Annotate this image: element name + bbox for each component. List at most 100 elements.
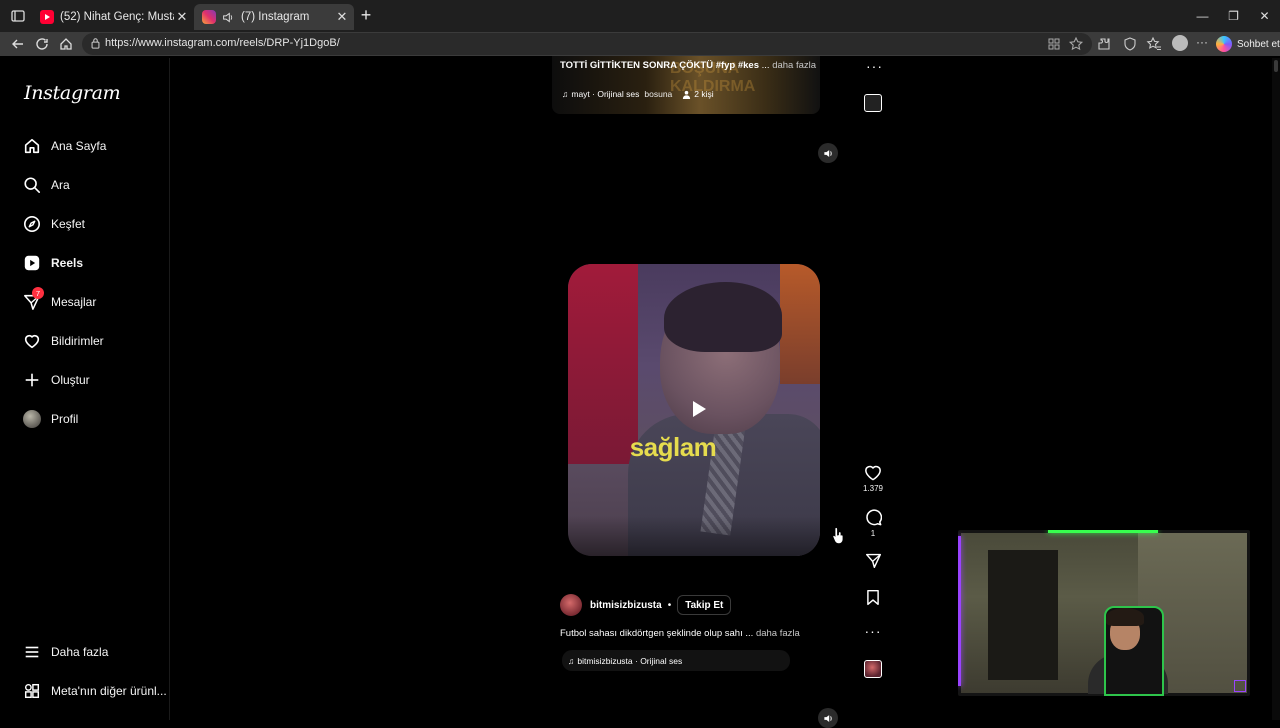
sidebar-item-messages[interactable]: 7 Mesajlar bbox=[22, 287, 96, 316]
address-bar[interactable]: https://www.instagram.com/reels/DRP-Yj1D… bbox=[82, 33, 1092, 55]
share-action[interactable] bbox=[862, 552, 884, 569]
tab-youtube[interactable]: (52) Nihat Genç: Mustafa Kemal Kılıçdaro… bbox=[32, 4, 194, 30]
menu-icon bbox=[22, 642, 42, 662]
tab-instagram[interactable]: (7) Instagram ✕ bbox=[194, 4, 354, 30]
browser-essentials-icon[interactable] bbox=[1122, 36, 1138, 52]
sidebar-item-profile[interactable]: Profil bbox=[22, 405, 78, 433]
sidebar-item-notifications[interactable]: Bildirimler bbox=[22, 327, 104, 355]
youtube-icon bbox=[40, 10, 54, 24]
profile-avatar[interactable] bbox=[1172, 35, 1188, 51]
like-action[interactable]: 1.379 bbox=[862, 464, 884, 493]
plus-icon bbox=[22, 370, 42, 390]
minimize-icon[interactable]: — bbox=[1187, 0, 1218, 32]
play-icon[interactable] bbox=[691, 400, 707, 418]
sidebar-item-label: Daha fazla bbox=[51, 645, 109, 659]
audio-extra: bosuna bbox=[644, 89, 673, 99]
webcam-person bbox=[1106, 608, 1144, 626]
separator-dot: • bbox=[667, 599, 672, 611]
window-controls: — ❐ ✕ bbox=[1187, 0, 1280, 32]
sidebar-item-label: Bildirimler bbox=[51, 334, 104, 348]
webcam-overlay bbox=[958, 530, 1250, 696]
more-action[interactable]: ··· bbox=[862, 624, 884, 638]
person-icon bbox=[683, 90, 691, 99]
heart-icon bbox=[22, 331, 42, 351]
avatar bbox=[22, 409, 42, 429]
copilot-icon bbox=[1216, 36, 1232, 52]
reel-audio[interactable]: ♫ bitmisizbizusta · Orijinal ses bbox=[562, 650, 790, 671]
reel-author: bitmisizbizusta • Takip Et bbox=[560, 594, 732, 616]
share-icon[interactable] bbox=[865, 552, 882, 569]
audio-label: mayt · Orijinal ses bbox=[571, 89, 640, 99]
sidebar-item-reels[interactable]: Reels bbox=[22, 249, 83, 277]
more-link[interactable]: daha fazla bbox=[772, 60, 816, 71]
sidebar-item-label: Ara bbox=[51, 178, 70, 192]
heart-icon[interactable] bbox=[864, 464, 882, 481]
reel-video[interactable]: sağlam bbox=[568, 264, 820, 556]
avatar[interactable] bbox=[560, 594, 582, 616]
mute-button[interactable] bbox=[818, 143, 838, 163]
caption-ellipsis: ... bbox=[759, 60, 770, 71]
close-icon[interactable]: ✕ bbox=[174, 9, 190, 25]
follow-button[interactable]: Takip Et bbox=[677, 595, 732, 615]
copilot-label: Sohbet et bbox=[1237, 38, 1280, 50]
close-icon[interactable]: ✕ bbox=[334, 9, 350, 25]
tab-title: (7) Instagram bbox=[241, 11, 310, 23]
favorites-icon[interactable] bbox=[1146, 36, 1162, 52]
new-tab-button[interactable]: + bbox=[358, 6, 374, 24]
sidebar-item-home[interactable]: Ana Sayfa bbox=[22, 132, 106, 160]
more-options-icon[interactable]: ··· bbox=[865, 624, 882, 638]
speaker-icon[interactable] bbox=[222, 11, 235, 24]
previous-reel-audio[interactable]: ♫ mayt · Orijinal ses bosuna 2 kişi bbox=[562, 86, 714, 102]
sidebar-item-more[interactable]: Daha fazla bbox=[22, 638, 108, 666]
sidebar-item-label: Keşfet bbox=[51, 217, 86, 231]
star-icon[interactable] bbox=[1068, 36, 1084, 52]
audio-thumbnail-image bbox=[864, 660, 882, 678]
comment-icon[interactable] bbox=[864, 508, 882, 526]
audio-thumbnail[interactable] bbox=[862, 660, 884, 678]
audio-thumbnail[interactable] bbox=[864, 94, 882, 112]
sidebar-item-create[interactable]: Oluştur bbox=[22, 366, 90, 394]
sidebar-item-meta-apps[interactable]: Meta'nın diğer ürünl... bbox=[22, 677, 167, 705]
comment-action[interactable]: 1 bbox=[862, 508, 884, 538]
sidebar-item-search[interactable]: Ara bbox=[22, 171, 70, 199]
mute-button[interactable] bbox=[818, 708, 838, 728]
more-link[interactable]: daha fazla bbox=[756, 628, 800, 639]
tagged-people[interactable]: 2 kişi bbox=[682, 89, 714, 99]
video-background bbox=[780, 264, 820, 384]
browser-tab-bar: (52) Nihat Genç: Mustafa Kemal Kılıçdaro… bbox=[0, 0, 1280, 32]
tab-actions-icon[interactable] bbox=[10, 8, 26, 24]
author-username[interactable]: bitmisizbizusta bbox=[590, 600, 662, 611]
lock-icon[interactable] bbox=[90, 37, 101, 49]
more-options-icon[interactable]: ··· bbox=[1196, 36, 1212, 52]
extensions-icon[interactable] bbox=[1096, 36, 1112, 52]
caption-text: Futbol sahası dikdörtgen şeklinde olup s… bbox=[560, 628, 743, 639]
video-subtitle: sağlam bbox=[629, 432, 717, 462]
caption-ellipsis: ... bbox=[742, 628, 754, 639]
close-window-icon[interactable]: ✕ bbox=[1249, 0, 1280, 32]
volume-icon bbox=[823, 714, 832, 722]
scrollbar-thumb[interactable] bbox=[1274, 60, 1278, 72]
instagram-logo[interactable]: Instagram bbox=[24, 82, 121, 104]
sidebar-item-label: Reels bbox=[51, 256, 84, 270]
bookmark-icon[interactable] bbox=[866, 589, 880, 606]
people-count: 2 kişi bbox=[694, 89, 714, 99]
save-action[interactable] bbox=[862, 589, 884, 606]
instagram-icon bbox=[202, 10, 216, 24]
home-icon[interactable] bbox=[58, 36, 74, 52]
browser-toolbar: https://www.instagram.com/reels/DRP-Yj1D… bbox=[0, 32, 1280, 56]
webcam-logo-icon bbox=[1234, 680, 1246, 692]
reels-icon bbox=[22, 253, 42, 273]
refresh-icon[interactable] bbox=[34, 36, 50, 52]
caption-text: TOTTİ GİTTİKTEN SONRA ÇÖKTÜ #fyp #kes bbox=[560, 60, 759, 71]
copilot-button[interactable]: Sohbet et bbox=[1216, 34, 1280, 54]
sidebar-item-explore[interactable]: Keşfet bbox=[22, 210, 85, 238]
more-options-icon[interactable]: ··· bbox=[866, 58, 883, 74]
apps-icon[interactable] bbox=[1046, 36, 1062, 52]
compass-icon bbox=[22, 214, 42, 234]
back-icon[interactable] bbox=[10, 36, 26, 52]
like-count: 1.379 bbox=[862, 484, 884, 493]
scrollbar[interactable] bbox=[1272, 58, 1280, 720]
comment-count: 1 bbox=[870, 529, 876, 538]
notification-badge: 7 bbox=[32, 287, 44, 299]
restore-icon[interactable]: ❐ bbox=[1218, 0, 1249, 32]
